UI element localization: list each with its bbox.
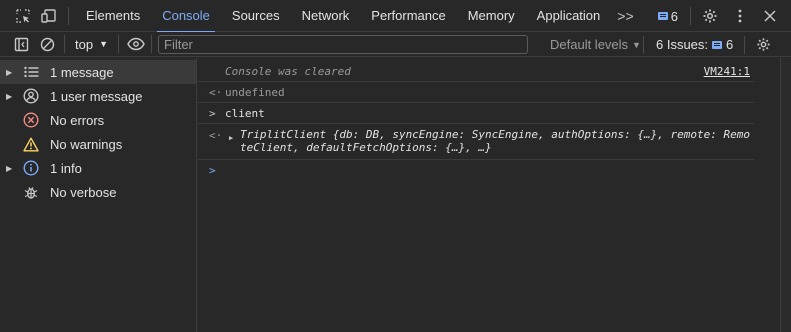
expand-object-triangle-icon[interactable]: ▶	[229, 134, 233, 142]
console-result-object: <· ▶ TriplitClient {db: DB, syncEngine: …	[198, 124, 754, 160]
object-properties-line1: {db: DB, syncEngine: SyncEngine, authOpt…	[326, 128, 750, 141]
sidebar-item-label: 1 info	[50, 160, 82, 176]
issues-button[interactable]: 6 Issues: 6	[656, 32, 733, 57]
toolbar-divider	[151, 35, 152, 53]
toggle-sidebar-icon[interactable]	[8, 31, 34, 57]
expand-triangle-icon[interactable]: ▶	[6, 68, 18, 77]
tab-network[interactable]: Network	[291, 0, 361, 32]
issues-count: 6	[726, 37, 734, 52]
issues-icon	[712, 40, 723, 49]
console-output: Console was cleared VM241:1 <· undefined…	[198, 58, 780, 332]
object-properties-line2: teClient, defaultFetchOptions: {…}, …}	[240, 141, 492, 154]
error-icon	[18, 112, 44, 128]
console-prompt[interactable]: >	[209, 164, 749, 180]
user-icon	[18, 88, 44, 104]
toolbar-divider	[64, 35, 65, 53]
sidebar-item-label: No errors	[50, 112, 105, 128]
sidebar-item-label: 1 user message	[50, 88, 143, 104]
more-tabs-button[interactable]: >>	[611, 8, 639, 24]
tab-memory[interactable]: Memory	[457, 0, 526, 32]
sidebar-item-label: No verbose	[50, 184, 117, 200]
expand-triangle-icon[interactable]: ▶	[6, 164, 18, 173]
cleared-text: Console was cleared	[225, 65, 351, 78]
sidebar-item-messages[interactable]: ▶ 1 message	[0, 60, 196, 84]
messages-count: 6	[670, 8, 678, 24]
tab-console[interactable]: Console	[151, 0, 221, 33]
filter-input[interactable]: Filter	[158, 34, 528, 54]
toolbar-divider	[744, 36, 745, 54]
settings-gear-icon[interactable]	[697, 3, 723, 29]
return-arrow-icon: <·	[209, 129, 223, 142]
expand-triangle-icon[interactable]: ▶	[6, 92, 18, 101]
message-icon	[657, 12, 668, 20]
sidebar-item-info[interactable]: ▶ 1 info	[0, 156, 196, 180]
console-message-cleared: Console was cleared VM241:1	[198, 62, 754, 82]
chevron-down-icon: ▼	[99, 39, 108, 49]
sidebar-item-verbose[interactable]: No verbose	[0, 180, 196, 204]
input-text: client	[225, 107, 265, 120]
console-toolbar: top ▼ Filter Default levels ▼ 6 Issues: …	[0, 32, 791, 57]
sidebar-item-user-messages[interactable]: ▶ 1 user message	[0, 84, 196, 108]
return-arrow-icon: <·	[209, 86, 223, 99]
tab-performance[interactable]: Performance	[360, 0, 456, 32]
clear-console-icon[interactable]	[34, 31, 60, 57]
undefined-text: undefined	[225, 86, 285, 99]
console-input-entry: > client	[198, 103, 754, 124]
context-label: top	[75, 36, 94, 52]
tab-sources[interactable]: Sources	[221, 0, 291, 32]
sidebar-item-warnings[interactable]: No warnings	[0, 132, 196, 156]
sidebar-item-label: No warnings	[50, 136, 123, 152]
live-expression-eye-icon[interactable]	[123, 31, 149, 57]
messages-badge[interactable]: 6	[652, 9, 684, 24]
tab-elements[interactable]: Elements	[75, 0, 151, 32]
console-scrollbar[interactable]	[780, 58, 791, 332]
chevron-down-icon: ▼	[632, 39, 641, 50]
object-class-name: TriplitClient	[240, 128, 327, 141]
toolbar-divider	[690, 7, 691, 25]
toolbar-divider	[118, 35, 119, 53]
list-icon	[18, 66, 44, 78]
object-preview[interactable]: TriplitClient {db: DB, syncEngine: SyncE…	[240, 128, 752, 154]
sidebar-item-errors[interactable]: No errors	[0, 108, 196, 132]
devtools-tabbar: Elements Console Sources Network Perform…	[0, 0, 791, 33]
prompt-chevron-icon: >	[209, 164, 216, 177]
tab-application[interactable]: Application	[526, 0, 612, 32]
levels-label: Default levels	[550, 37, 629, 52]
log-levels-dropdown[interactable]: Default levels ▼	[550, 32, 641, 57]
bug-icon	[18, 185, 44, 200]
context-selector[interactable]: top ▼	[69, 37, 114, 52]
toolbar-divider	[68, 6, 69, 25]
device-toolbar-icon[interactable]	[36, 3, 62, 29]
source-link[interactable]: VM241:1	[704, 65, 750, 78]
info-icon	[18, 160, 44, 176]
kebab-menu-icon[interactable]	[727, 3, 753, 29]
console-sidebar: ▶ 1 message ▶ 1 user message No errors N…	[0, 58, 197, 332]
sidebar-item-label: 1 message	[50, 64, 114, 80]
console-result-undefined: <· undefined	[198, 82, 754, 103]
inspect-element-icon[interactable]	[10, 3, 36, 29]
close-icon[interactable]	[757, 3, 783, 29]
input-chevron-icon: >	[209, 107, 216, 120]
toolbar-divider	[643, 36, 644, 54]
console-settings-gear-icon[interactable]	[752, 32, 774, 57]
issues-label: 6 Issues:	[656, 37, 709, 52]
warning-icon	[18, 137, 44, 152]
